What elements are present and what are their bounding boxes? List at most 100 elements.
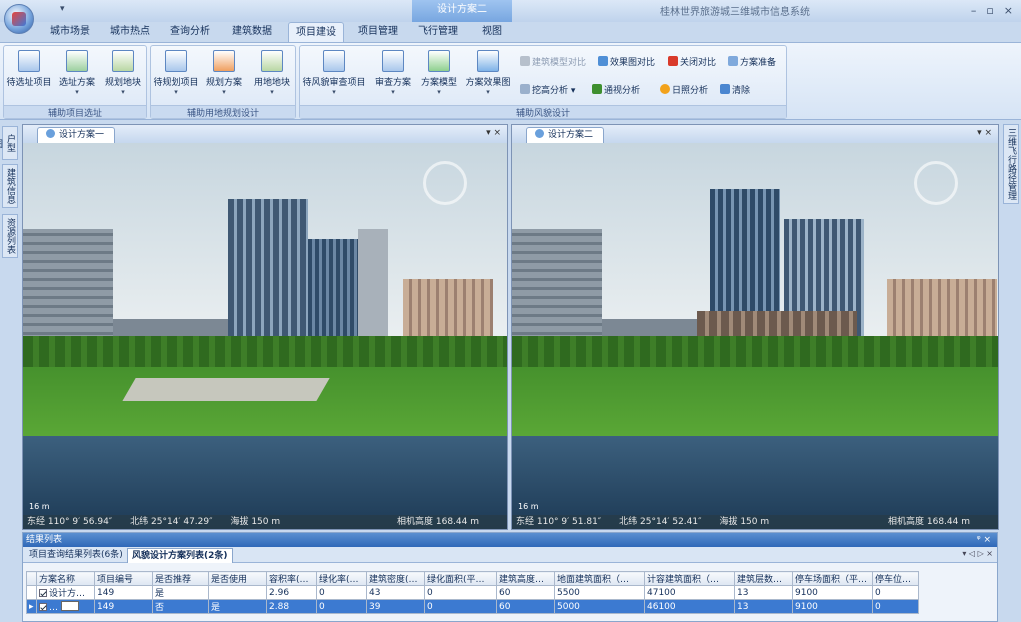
- column-header[interactable]: 是否使用: [208, 571, 267, 586]
- effect-compare-button[interactable]: 效果图对比: [598, 56, 655, 70]
- tab-resource-list[interactable]: 资源列表: [2, 214, 18, 258]
- pin-close-controls[interactable]: ᵠ ×: [977, 533, 991, 547]
- planning-plot-button[interactable]: 规划地块 ▾: [100, 50, 146, 106]
- column-header[interactable]: 地面建筑面积（…: [554, 571, 645, 586]
- column-header[interactable]: 计容建筑面积（…: [644, 571, 735, 586]
- globe-icon: [46, 129, 55, 138]
- pane-controls[interactable]: ▾ ×: [977, 128, 992, 138]
- tab-flight-management[interactable]: 飞行管理: [412, 22, 464, 42]
- row-checkbox[interactable]: [39, 589, 47, 597]
- tab-nav-controls[interactable]: ▾ ◁ ▷ ×: [962, 549, 993, 558]
- compass-icon[interactable]: [423, 161, 467, 205]
- column-header[interactable]: 停车位…: [872, 571, 919, 586]
- left-dock-tabs: 户型图 建筑信息 资源列表: [0, 124, 20, 524]
- clear-button[interactable]: 清除: [720, 84, 750, 98]
- quick-access-toolbar[interactable]: ▾: [60, 4, 65, 14]
- tab-building-data[interactable]: 建筑数据: [226, 22, 278, 42]
- globe-icon: [535, 129, 544, 138]
- column-header[interactable]: 绿化面积(平…: [424, 571, 497, 586]
- tab-city-scene[interactable]: 城市场景: [44, 22, 96, 42]
- tab-project-query-results[interactable]: 项目查询结果列表(6条): [25, 548, 127, 563]
- table-icon: [18, 50, 40, 72]
- tab-project-construction[interactable]: 项目建设: [288, 22, 344, 42]
- table-icon: [165, 50, 187, 72]
- site-plan-button[interactable]: 选址方案 ▾: [54, 50, 100, 106]
- camera-height-readout: 相机高度 168.44 m: [397, 517, 479, 527]
- tab-building-info[interactable]: 建筑信息: [2, 164, 18, 208]
- app-menu-button[interactable]: [4, 4, 34, 34]
- scheme-model-button[interactable]: 方案模型 ▾: [416, 50, 462, 106]
- restore-button[interactable]: ▫: [986, 4, 993, 17]
- pending-site-projects-button[interactable]: 待选址项目: [6, 50, 52, 106]
- column-header[interactable]: 方案名称: [36, 571, 95, 586]
- column-header[interactable]: 是否推荐: [152, 571, 209, 586]
- table-row[interactable]: 设计方… 149 是 2.96 0 43 0 60 5500 47100 13 …: [26, 585, 919, 600]
- group-label: 辅助用地规划设计: [151, 105, 295, 119]
- table-header-row: 方案名称 项目编号 是否推荐 是否使用 容积率(… 绿化率(… 建筑密度(… 绿…: [26, 571, 919, 586]
- cut-fill-analysis-button[interactable]: 挖高分析 ▾: [520, 84, 575, 98]
- column-header[interactable]: 停车场面积（平…: [792, 571, 873, 586]
- pane-tab-scheme-2[interactable]: 设计方案二: [526, 127, 605, 143]
- column-header[interactable]: 建筑层数…: [734, 571, 793, 586]
- sun-icon: [660, 84, 670, 94]
- calendar-icon: [728, 56, 738, 66]
- review-scheme-button[interactable]: 审查方案 ▾: [370, 50, 416, 106]
- compass-icon[interactable]: [914, 161, 958, 205]
- group-label: 辅助项目选址: [4, 105, 146, 119]
- scheme-render-button[interactable]: 方案效果图 ▾: [462, 50, 514, 106]
- visibility-analysis-button[interactable]: 通视分析: [592, 84, 640, 98]
- table-row[interactable]: ▸ … 149 否 是 2.88 0 39 0 60 5000 46100 13…: [26, 599, 919, 614]
- latitude-readout: 北纬 25°14′ 52.41″: [619, 517, 702, 527]
- close-compare-button[interactable]: 关闭对比: [668, 56, 716, 70]
- model-compare-button[interactable]: 建筑模型对比: [520, 56, 586, 70]
- column-header[interactable]: 建筑高度…: [496, 571, 555, 586]
- group-appearance-design: 待风貌审查项目 ▾ 审查方案 ▾ 方案模型 ▾ 方案效果图 ▾ 建筑模型对比 效果图对比…: [299, 45, 787, 119]
- scheme-prepare-button[interactable]: 方案准备: [728, 56, 776, 70]
- tab-floor-plan[interactable]: 户型图: [0, 126, 18, 160]
- magnifier-doc-icon: [323, 50, 345, 72]
- results-table: 方案名称 项目编号 是否推荐 是否使用 容积率(… 绿化率(… 建筑密度(… 绿…: [26, 571, 919, 614]
- pane-tab-scheme-1[interactable]: 设计方案一: [37, 127, 116, 143]
- pending-planning-projects-button[interactable]: 待规划项目 ▾: [153, 50, 199, 106]
- camera-height-readout: 相机高度 168.44 m: [888, 517, 970, 527]
- pending-review-projects-button[interactable]: 待风貌审查项目 ▾: [302, 50, 366, 106]
- row-checkbox[interactable]: [39, 602, 47, 611]
- tab-view[interactable]: 视图: [472, 22, 512, 42]
- image-icon: [477, 50, 499, 72]
- ribbon: 待选址项目 选址方案 ▾ 规划地块 ▾ 辅助项目选址 待规划项目 ▾ 规划方案 ▾ 用地…: [0, 42, 1021, 120]
- longitude-readout: 东经 110° 9′ 51.81″: [516, 517, 602, 527]
- tab-city-hotspots[interactable]: 城市热点: [104, 22, 156, 42]
- group-land-planning: 待规划项目 ▾ 规划方案 ▾ 用地地块 ▾ 辅助用地规划设计: [150, 45, 296, 119]
- minimize-button[interactable]: –: [971, 4, 977, 17]
- edit-dropdown-icon[interactable]: [60, 600, 79, 611]
- scene-pane-1: 设计方案一 ▾ × 16 m 东经 110° 9′ 56.94″ 北纬 25°1…: [22, 124, 508, 530]
- 3d-viewport[interactable]: 16 m 东经 110° 9′ 51.81″ 北纬 25°14′ 52.41″ …: [512, 143, 998, 529]
- sunlight-analysis-button[interactable]: 日照分析: [660, 84, 708, 98]
- coordinate-status-bar: 东经 110° 9′ 51.81″ 北纬 25°14′ 52.41″ 海拔 15…: [512, 515, 998, 529]
- column-header[interactable]: 容积率(…: [266, 571, 317, 586]
- results-header: 结果列表 ᵠ ×: [23, 533, 997, 547]
- coordinate-status-bar: 东经 110° 9′ 56.94″ 北纬 25°14′ 47.29″ 海拔 15…: [23, 515, 507, 529]
- column-header[interactable]: 建筑密度(…: [366, 571, 425, 586]
- longitude-readout: 东经 110° 9′ 56.94″: [27, 517, 113, 527]
- tab-project-management[interactable]: 项目管理: [352, 22, 404, 42]
- window-controls: – ▫ ×: [971, 4, 1013, 17]
- planning-scheme-button[interactable]: 规划方案 ▾: [201, 50, 247, 106]
- compare-icon: [520, 56, 530, 66]
- tab-query-analysis[interactable]: 查询分析: [164, 22, 216, 42]
- document-icon: [382, 50, 404, 72]
- tab-design-scheme-list[interactable]: 风貌设计方案列表(2条): [127, 548, 233, 563]
- column-header[interactable]: 绿化率(…: [316, 571, 367, 586]
- close-button[interactable]: ×: [1004, 4, 1013, 17]
- map-icon: [261, 50, 283, 72]
- ribbon-tab-row: 城市场景 城市热点 查询分析 建筑数据 项目建设 项目管理 飞行管理 视图: [0, 22, 1021, 42]
- close-icon: [668, 56, 678, 66]
- tab-flight-path-management[interactable]: 三维飞行路径管理: [1003, 124, 1019, 204]
- app-logo-icon: [12, 12, 26, 26]
- 3d-viewport[interactable]: 16 m 东经 110° 9′ 56.94″ 北纬 25°14′ 47.29″ …: [23, 143, 507, 529]
- pane-controls[interactable]: ▾ ×: [486, 128, 501, 138]
- land-plot-button[interactable]: 用地地块 ▾: [249, 50, 295, 106]
- column-header[interactable]: 项目编号: [94, 571, 153, 586]
- grid-icon: [66, 50, 88, 72]
- results-tabs: 项目查询结果列表(6条) 风貌设计方案列表(2条) ▾ ◁ ▷ ×: [23, 547, 997, 563]
